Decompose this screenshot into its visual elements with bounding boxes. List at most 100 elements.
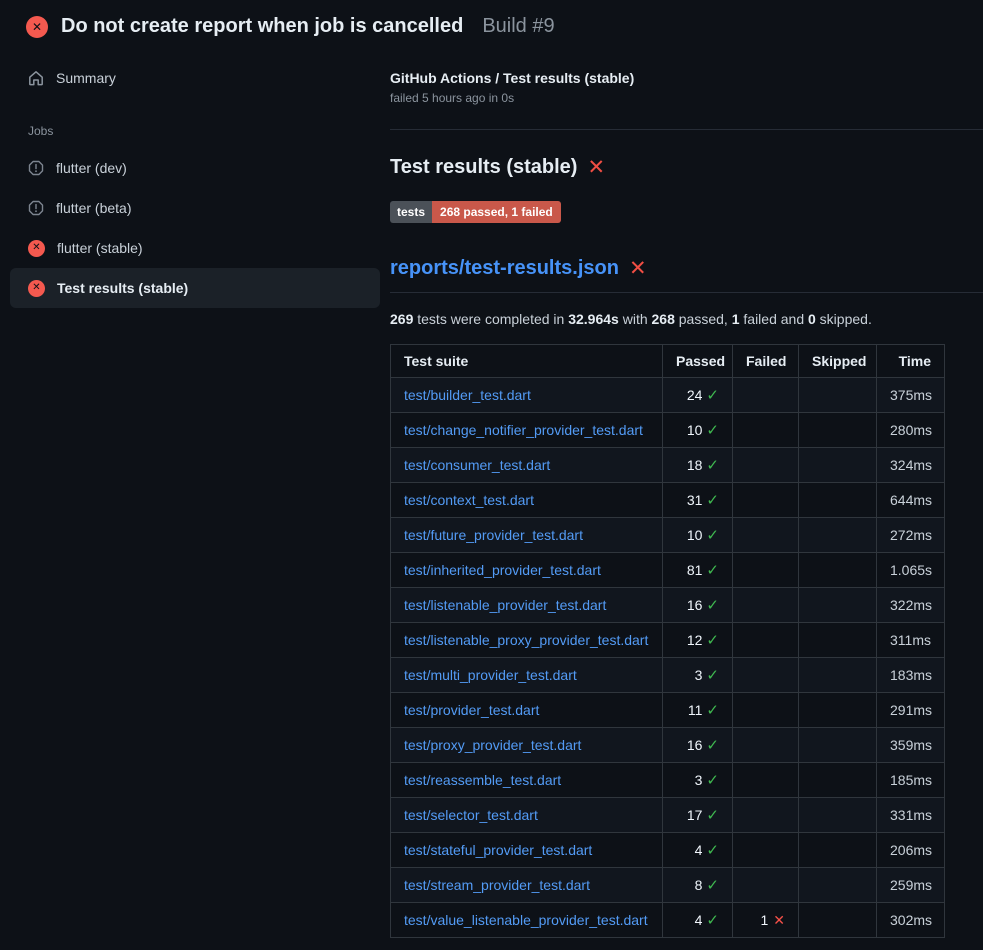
table-header-row: Test suite Passed Failed Skipped Time — [391, 345, 945, 378]
build-number: Build #9 — [482, 15, 554, 38]
skipped-cell — [799, 483, 877, 518]
skipped-cell — [799, 588, 877, 623]
col-skipped: Skipped — [799, 345, 877, 378]
time-value: 291ms — [877, 693, 945, 728]
time-value: 302ms — [877, 903, 945, 938]
suite-link[interactable]: test/provider_test.dart — [404, 702, 539, 718]
sidebar-item-flutter-beta[interactable]: flutter (beta) — [10, 188, 380, 228]
suite-link[interactable]: test/builder_test.dart — [404, 387, 531, 403]
sidebar-item-flutter-dev[interactable]: flutter (dev) — [10, 148, 380, 188]
time-value: 375ms — [877, 378, 945, 413]
badge-label: tests — [390, 201, 432, 223]
suite-link[interactable]: test/value_listenable_provider_test.dart — [404, 912, 648, 928]
check-icon — [702, 457, 719, 473]
suite-link[interactable]: test/listenable_provider_test.dart — [404, 597, 606, 613]
run-meta: failed 5 hours ago in 0s — [390, 91, 983, 105]
table-row: test/context_test.dart 31 644ms — [391, 483, 945, 518]
suite-link[interactable]: test/future_provider_test.dart — [404, 527, 583, 543]
table-row: test/provider_test.dart 11 291ms — [391, 693, 945, 728]
table-row: test/builder_test.dart 24 375ms — [391, 378, 945, 413]
table-row: test/value_listenable_provider_test.dart… — [391, 903, 945, 938]
sidebar-item-summary[interactable]: Summary — [10, 62, 380, 94]
check-icon — [702, 702, 719, 718]
skipped-cell — [799, 693, 877, 728]
time-value: 324ms — [877, 448, 945, 483]
skipped-cell — [799, 518, 877, 553]
summary-part: 269 — [390, 311, 413, 327]
passed-count: 18 — [687, 457, 703, 473]
check-icon — [702, 562, 719, 578]
col-test-suite: Test suite — [391, 345, 663, 378]
report-link[interactable]: reports/test-results.json — [390, 257, 619, 280]
skipped-cell — [799, 728, 877, 763]
summary-part: 1 — [732, 311, 740, 327]
summary-part: failed and — [740, 311, 809, 327]
passed-count: 10 — [687, 422, 703, 438]
time-value: 206ms — [877, 833, 945, 868]
passed-count: 11 — [688, 702, 703, 718]
passed-count: 16 — [687, 737, 703, 753]
summary-part: with — [619, 311, 652, 327]
table-row: test/listenable_proxy_provider_test.dart… — [391, 623, 945, 658]
sidebar-item-test-results-stable[interactable]: Test results (stable) — [10, 268, 380, 308]
failed-cell — [733, 378, 799, 413]
table-row: test/multi_provider_test.dart 3 183ms — [391, 658, 945, 693]
table-row: test/selector_test.dart 17 331ms — [391, 798, 945, 833]
passed-count: 16 — [687, 597, 703, 613]
x-icon: ✕ — [587, 157, 605, 178]
suite-link[interactable]: test/selector_test.dart — [404, 807, 538, 823]
table-row: test/stream_provider_test.dart 8 259ms — [391, 868, 945, 903]
skipped-cell — [799, 413, 877, 448]
passed-count: 12 — [687, 632, 703, 648]
summary-part: passed, — [675, 311, 732, 327]
suite-link[interactable]: test/inherited_provider_test.dart — [404, 562, 601, 578]
check-icon — [702, 387, 719, 403]
suite-link[interactable]: test/change_notifier_provider_test.dart — [404, 422, 643, 438]
skipped-cell — [799, 553, 877, 588]
summary-part: 32.964s — [568, 311, 619, 327]
col-passed: Passed — [663, 345, 733, 378]
report-heading: reports/test-results.json ✕ — [390, 257, 983, 293]
suite-link[interactable]: test/stateful_provider_test.dart — [404, 842, 592, 858]
suite-link[interactable]: test/listenable_proxy_provider_test.dart — [404, 632, 648, 648]
home-icon — [28, 70, 44, 86]
failed-cell: 1 — [733, 903, 799, 938]
main-content: GitHub Actions / Test results (stable) f… — [390, 50, 983, 938]
run-header: Do not create report when job is cancell… — [0, 0, 983, 50]
x-circle-fill-icon — [28, 240, 45, 257]
skipped-cell — [799, 903, 877, 938]
time-value: 331ms — [877, 798, 945, 833]
failed-cell — [733, 833, 799, 868]
sidebar-item-label: flutter (beta) — [56, 200, 131, 216]
passed-count: 10 — [687, 527, 703, 543]
check-icon — [702, 667, 719, 683]
passed-count: 81 — [687, 562, 703, 578]
skipped-cell — [799, 448, 877, 483]
time-value: 259ms — [877, 868, 945, 903]
skipped-cell — [799, 763, 877, 798]
check-icon — [702, 912, 719, 928]
check-icon — [702, 527, 719, 543]
suite-link[interactable]: test/stream_provider_test.dart — [404, 877, 590, 893]
skipped-cell — [799, 868, 877, 903]
suite-link[interactable]: test/consumer_test.dart — [404, 457, 550, 473]
sidebar-item-label: flutter (stable) — [57, 240, 143, 256]
time-value: 183ms — [877, 658, 945, 693]
suite-link[interactable]: test/context_test.dart — [404, 492, 534, 508]
sidebar-item-label: Summary — [56, 70, 116, 86]
passed-count: 24 — [687, 387, 703, 403]
check-icon — [702, 737, 719, 753]
time-value: 311ms — [877, 623, 945, 658]
section-heading-text: Test results (stable) — [390, 156, 577, 179]
col-failed: Failed — [733, 345, 799, 378]
table-row: test/consumer_test.dart 18 324ms — [391, 448, 945, 483]
sidebar-item-label: flutter (dev) — [56, 160, 127, 176]
suite-link[interactable]: test/proxy_provider_test.dart — [404, 737, 581, 753]
suite-link[interactable]: test/reassemble_test.dart — [404, 772, 561, 788]
time-value: 280ms — [877, 413, 945, 448]
sidebar-item-flutter-stable[interactable]: flutter (stable) — [10, 228, 380, 268]
suite-link[interactable]: test/multi_provider_test.dart — [404, 667, 577, 683]
time-value: 185ms — [877, 763, 945, 798]
summary-part: 268 — [652, 311, 675, 327]
failed-cell — [733, 693, 799, 728]
